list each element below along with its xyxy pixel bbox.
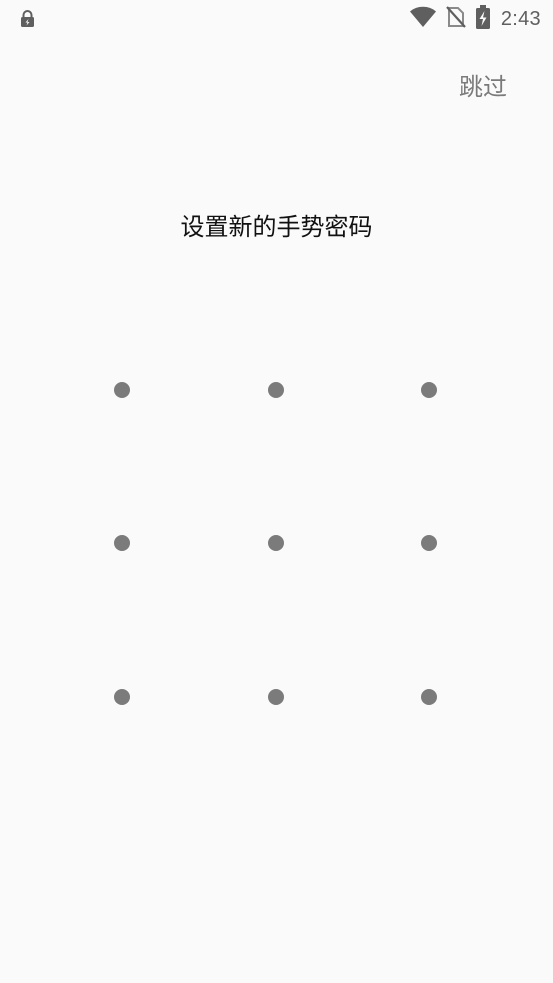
pattern-dot-2[interactable] xyxy=(268,382,284,398)
pattern-dot-1[interactable] xyxy=(114,382,130,398)
pattern-dot-7[interactable] xyxy=(114,689,130,705)
pattern-dot-4[interactable] xyxy=(114,535,130,551)
pattern-dot-9[interactable] xyxy=(421,689,437,705)
pattern-lock-grid[interactable] xyxy=(0,0,553,983)
pattern-dot-3[interactable] xyxy=(421,382,437,398)
pattern-dot-8[interactable] xyxy=(268,689,284,705)
pattern-dot-6[interactable] xyxy=(421,535,437,551)
screen: 2:43 跳过 设置新的手势密码 xyxy=(0,0,553,983)
pattern-dot-5[interactable] xyxy=(268,535,284,551)
